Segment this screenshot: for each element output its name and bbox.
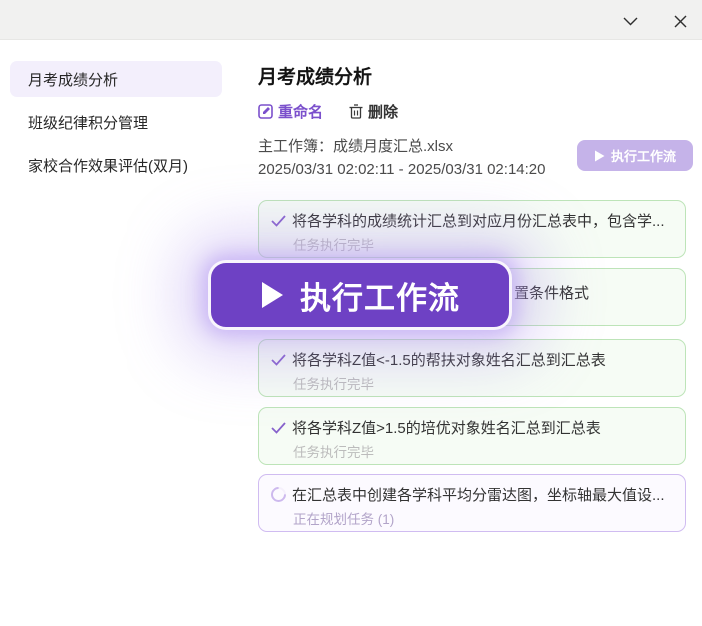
task-text: 置条件格式 (514, 282, 589, 303)
task-card-4[interactable]: 将各学科Z值>1.5的培优对象姓名汇总到汇总表 任务执行完毕 (258, 407, 686, 465)
play-icon (260, 281, 284, 309)
header-actions: 重命名 删除 (258, 101, 686, 122)
task-card-1[interactable]: 将各学科的成绩统计汇总到对应月份汇总表中，包含学... 任务执行完毕 (258, 200, 686, 258)
sidebar: 月考成绩分析 班级纪律积分管理 家校合作效果评估(双月) (10, 61, 222, 190)
execute-workflow-overlay-label: 执行工作流 (300, 273, 460, 318)
page-title: 月考成绩分析 (258, 62, 686, 89)
check-icon (271, 422, 286, 434)
sidebar-item-home-school-evaluation[interactable]: 家校合作效果评估(双月) (10, 147, 222, 183)
close-icon (674, 15, 687, 28)
task-text: 在汇总表中创建各学科平均分雷达图，坐标轴最大值设... (292, 484, 665, 505)
rename-label: 重命名 (278, 101, 323, 122)
trash-icon (349, 104, 363, 119)
execute-workflow-label: 执行工作流 (611, 146, 676, 165)
sidebar-item-label: 月考成绩分析 (28, 69, 118, 90)
rename-button[interactable]: 重命名 (258, 101, 323, 122)
task-card-5[interactable]: 在汇总表中创建各学科平均分雷达图，坐标轴最大值设... 正在规划任务 (1) (258, 474, 686, 532)
edit-pencil-icon (258, 104, 273, 119)
task-text: 将各学科Z值>1.5的培优对象姓名汇总到汇总表 (292, 417, 601, 438)
workflow-panel: 月考成绩分析 班级纪律积分管理 家校合作效果评估(双月) 月考成绩分析 重命名 (0, 0, 702, 626)
execute-workflow-overlay-button[interactable]: 执行工作流 (208, 260, 512, 330)
task-status: 任务执行完毕 (293, 441, 673, 461)
task-status: 正在规划任务 (1) (293, 508, 673, 528)
sidebar-item-monthly-exam-analysis[interactable]: 月考成绩分析 (10, 61, 222, 97)
main-content: 月考成绩分析 重命名 删除 主工作簿：成绩月度汇总.x (258, 62, 686, 178)
delete-label: 删除 (368, 101, 398, 122)
delete-button[interactable]: 删除 (349, 101, 398, 122)
execute-workflow-button[interactable]: 执行工作流 (577, 140, 693, 171)
titlebar (0, 0, 702, 40)
sidebar-item-class-discipline-points[interactable]: 班级纪律积分管理 (10, 104, 222, 140)
check-icon (271, 354, 286, 366)
close-button[interactable] (666, 8, 694, 34)
task-card-3[interactable]: 将各学科Z值<-1.5的帮扶对象姓名汇总到汇总表 任务执行完毕 (258, 339, 686, 397)
loading-spinner-icon (268, 484, 289, 505)
task-status: 任务执行完毕 (293, 373, 673, 393)
task-text: 将各学科的成绩统计汇总到对应月份汇总表中，包含学... (292, 210, 665, 231)
task-status: 任务执行完毕 (293, 234, 673, 254)
chevron-down-icon (623, 17, 638, 26)
collapse-button[interactable] (616, 8, 644, 34)
task-text: 将各学科Z值<-1.5的帮扶对象姓名汇总到汇总表 (292, 349, 606, 370)
sidebar-item-label: 家校合作效果评估(双月) (28, 155, 188, 176)
check-icon (271, 215, 286, 227)
sidebar-item-label: 班级纪律积分管理 (28, 112, 148, 133)
play-icon (594, 150, 605, 162)
